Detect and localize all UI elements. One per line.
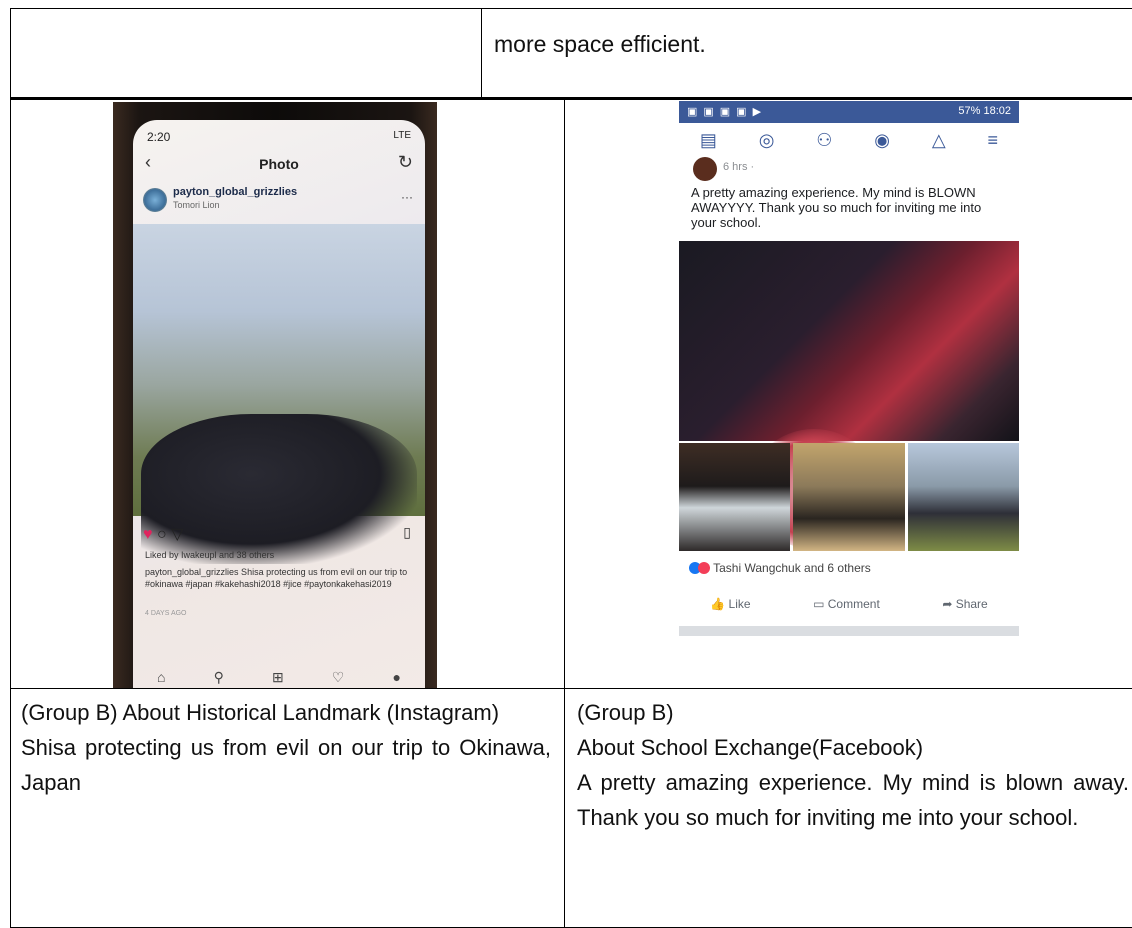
share-button: ➦ Share: [942, 597, 988, 611]
post-thumbnails: [679, 443, 1019, 551]
left-caption-heading: (Group B) About Historical Landmark (Ins…: [21, 700, 500, 725]
refresh-icon: ↻: [397, 152, 413, 172]
right-caption: (Group B) About School Exchange(Facebook…: [577, 695, 1129, 835]
facebook-nav-bar: ▤ ◎ ⚇ ◉ △ ≡: [679, 123, 1019, 157]
post-caption: payton_global_grizzlies Shisa protecting…: [145, 567, 408, 589]
left-caption-body: Shisa protecting us from evil on our tri…: [21, 735, 551, 795]
account-avatar: [143, 188, 167, 212]
heart-icon: ♥: [143, 526, 153, 543]
row-divider: [11, 688, 1132, 689]
bottom-nav: ⌂ ⚲ ⊞ ♡ ●: [133, 669, 425, 686]
comment-label: Comment: [827, 597, 880, 611]
comment-button: ▭ Comment: [813, 597, 880, 611]
add-icon: ⊞: [271, 669, 284, 685]
post-text: A pretty amazing experience. My mind is …: [691, 185, 982, 230]
post-actions: ♥ ○ ▽: [143, 524, 183, 544]
news-feed-icon: ▤: [699, 129, 717, 150]
thumbnail-photo: [793, 443, 905, 551]
phone-screen: 2:20 LTE ‹ Photo ↻ payton_global_grizzli…: [133, 120, 425, 688]
top-table-row: more space efficient.: [10, 8, 1132, 100]
right-caption-group: (Group B): [577, 700, 674, 725]
column-divider: [481, 9, 482, 97]
right-caption-body: A pretty amazing experience. My mind is …: [577, 770, 1129, 830]
send-icon: ▽: [171, 526, 184, 543]
feed-separator: [679, 626, 1019, 636]
thumbnail-photo: [679, 443, 791, 551]
like-button: 👍 Like: [710, 597, 751, 611]
account-location: Tomori Lion: [173, 200, 220, 210]
instagram-screenshot-photo: 2:20 LTE ‹ Photo ↻ payton_global_grizzli…: [113, 102, 437, 688]
friends-icon: ⚇: [816, 129, 833, 150]
post-time-ago: 4 DAYS AGO: [145, 610, 187, 617]
photo-header-title: Photo: [259, 156, 299, 172]
status-bar: ▣▣▣▣▶ 57% 18:02: [679, 101, 1019, 123]
love-reaction-icon: [698, 562, 710, 574]
account-name: payton_global_grizzlies: [173, 186, 298, 198]
like-label: Like: [728, 597, 751, 611]
more-icon: ···: [401, 190, 413, 204]
profile-icon: ◉: [874, 129, 890, 150]
comment-icon: ○: [156, 526, 172, 543]
thumbnail-photo: [907, 443, 1019, 551]
post-meta: 6 hrs ·: [723, 161, 755, 173]
notification-icons: ▣▣▣▣▶: [687, 106, 768, 118]
main-table: 2:20 LTE ‹ Photo ↻ payton_global_grizzli…: [10, 100, 1132, 928]
profile-icon: ●: [392, 669, 401, 685]
group-photo: [133, 224, 425, 564]
liked-by-text: Liked by Iwakeupl and 38 others: [145, 550, 275, 560]
home-icon: ⌂: [157, 669, 166, 685]
menu-icon: ≡: [987, 129, 998, 150]
reactions-text: Tashi Wangchuk and 6 others: [713, 561, 871, 575]
right-caption-heading: About School Exchange(Facebook): [577, 735, 924, 760]
facebook-screenshot-photo: ▣▣▣▣▶ 57% 18:02 ▤ ◎ ⚇ ◉ △ ≡ 6 hrs · A pr…: [679, 101, 1019, 670]
reactions-row: Tashi Wangchuk and 6 others: [689, 561, 871, 575]
top-row-text: more space efficient.: [494, 31, 706, 57]
post-action-bar: 👍 Like ▭ Comment ➦ Share: [679, 587, 1019, 621]
status-right: 57% 18:02: [958, 105, 1011, 117]
search-icon: ⚲: [213, 669, 224, 685]
poster-avatar: [693, 157, 717, 181]
left-caption: (Group B) About Historical Landmark (Ins…: [21, 695, 551, 800]
bookmark-icon: ▯: [403, 524, 411, 540]
status-signal: LTE: [393, 130, 411, 141]
share-label: Share: [955, 597, 988, 611]
post-main-photo: [679, 241, 1019, 549]
groups-icon: ◎: [758, 129, 775, 150]
notifications-icon: △: [931, 129, 946, 150]
status-time: 2:20: [147, 130, 171, 144]
column-divider: [564, 100, 565, 927]
activity-icon: ♡: [331, 669, 345, 685]
